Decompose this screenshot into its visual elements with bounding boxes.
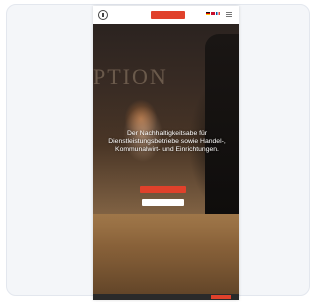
logo-icon[interactable] [98,10,108,20]
cookie-consent-bar [93,294,239,300]
top-navigation-bar [93,6,239,24]
flag-de-icon[interactable] [206,12,210,15]
hero-primary-button[interactable] [140,186,186,193]
header-cta-button[interactable] [151,11,185,19]
hero-background-desk [93,214,239,294]
hero-section: PTION [93,24,239,294]
cookie-accept-button[interactable] [211,295,231,299]
hero-headline: Der Nachhaltigkeitsabe für Dienstleistun… [108,130,226,154]
mobile-page-preview: PTION Der Nachhaltigkeitsabe für Dienstl… [93,6,239,300]
hamburger-menu-icon[interactable] [226,12,232,17]
flag-en-icon[interactable] [211,12,215,15]
hero-background-person [205,34,239,214]
language-selector[interactable] [206,12,220,15]
hero-secondary-button[interactable] [142,199,184,206]
hero-background-sign: PTION [93,64,168,89]
flag-fr-icon[interactable] [216,12,220,15]
